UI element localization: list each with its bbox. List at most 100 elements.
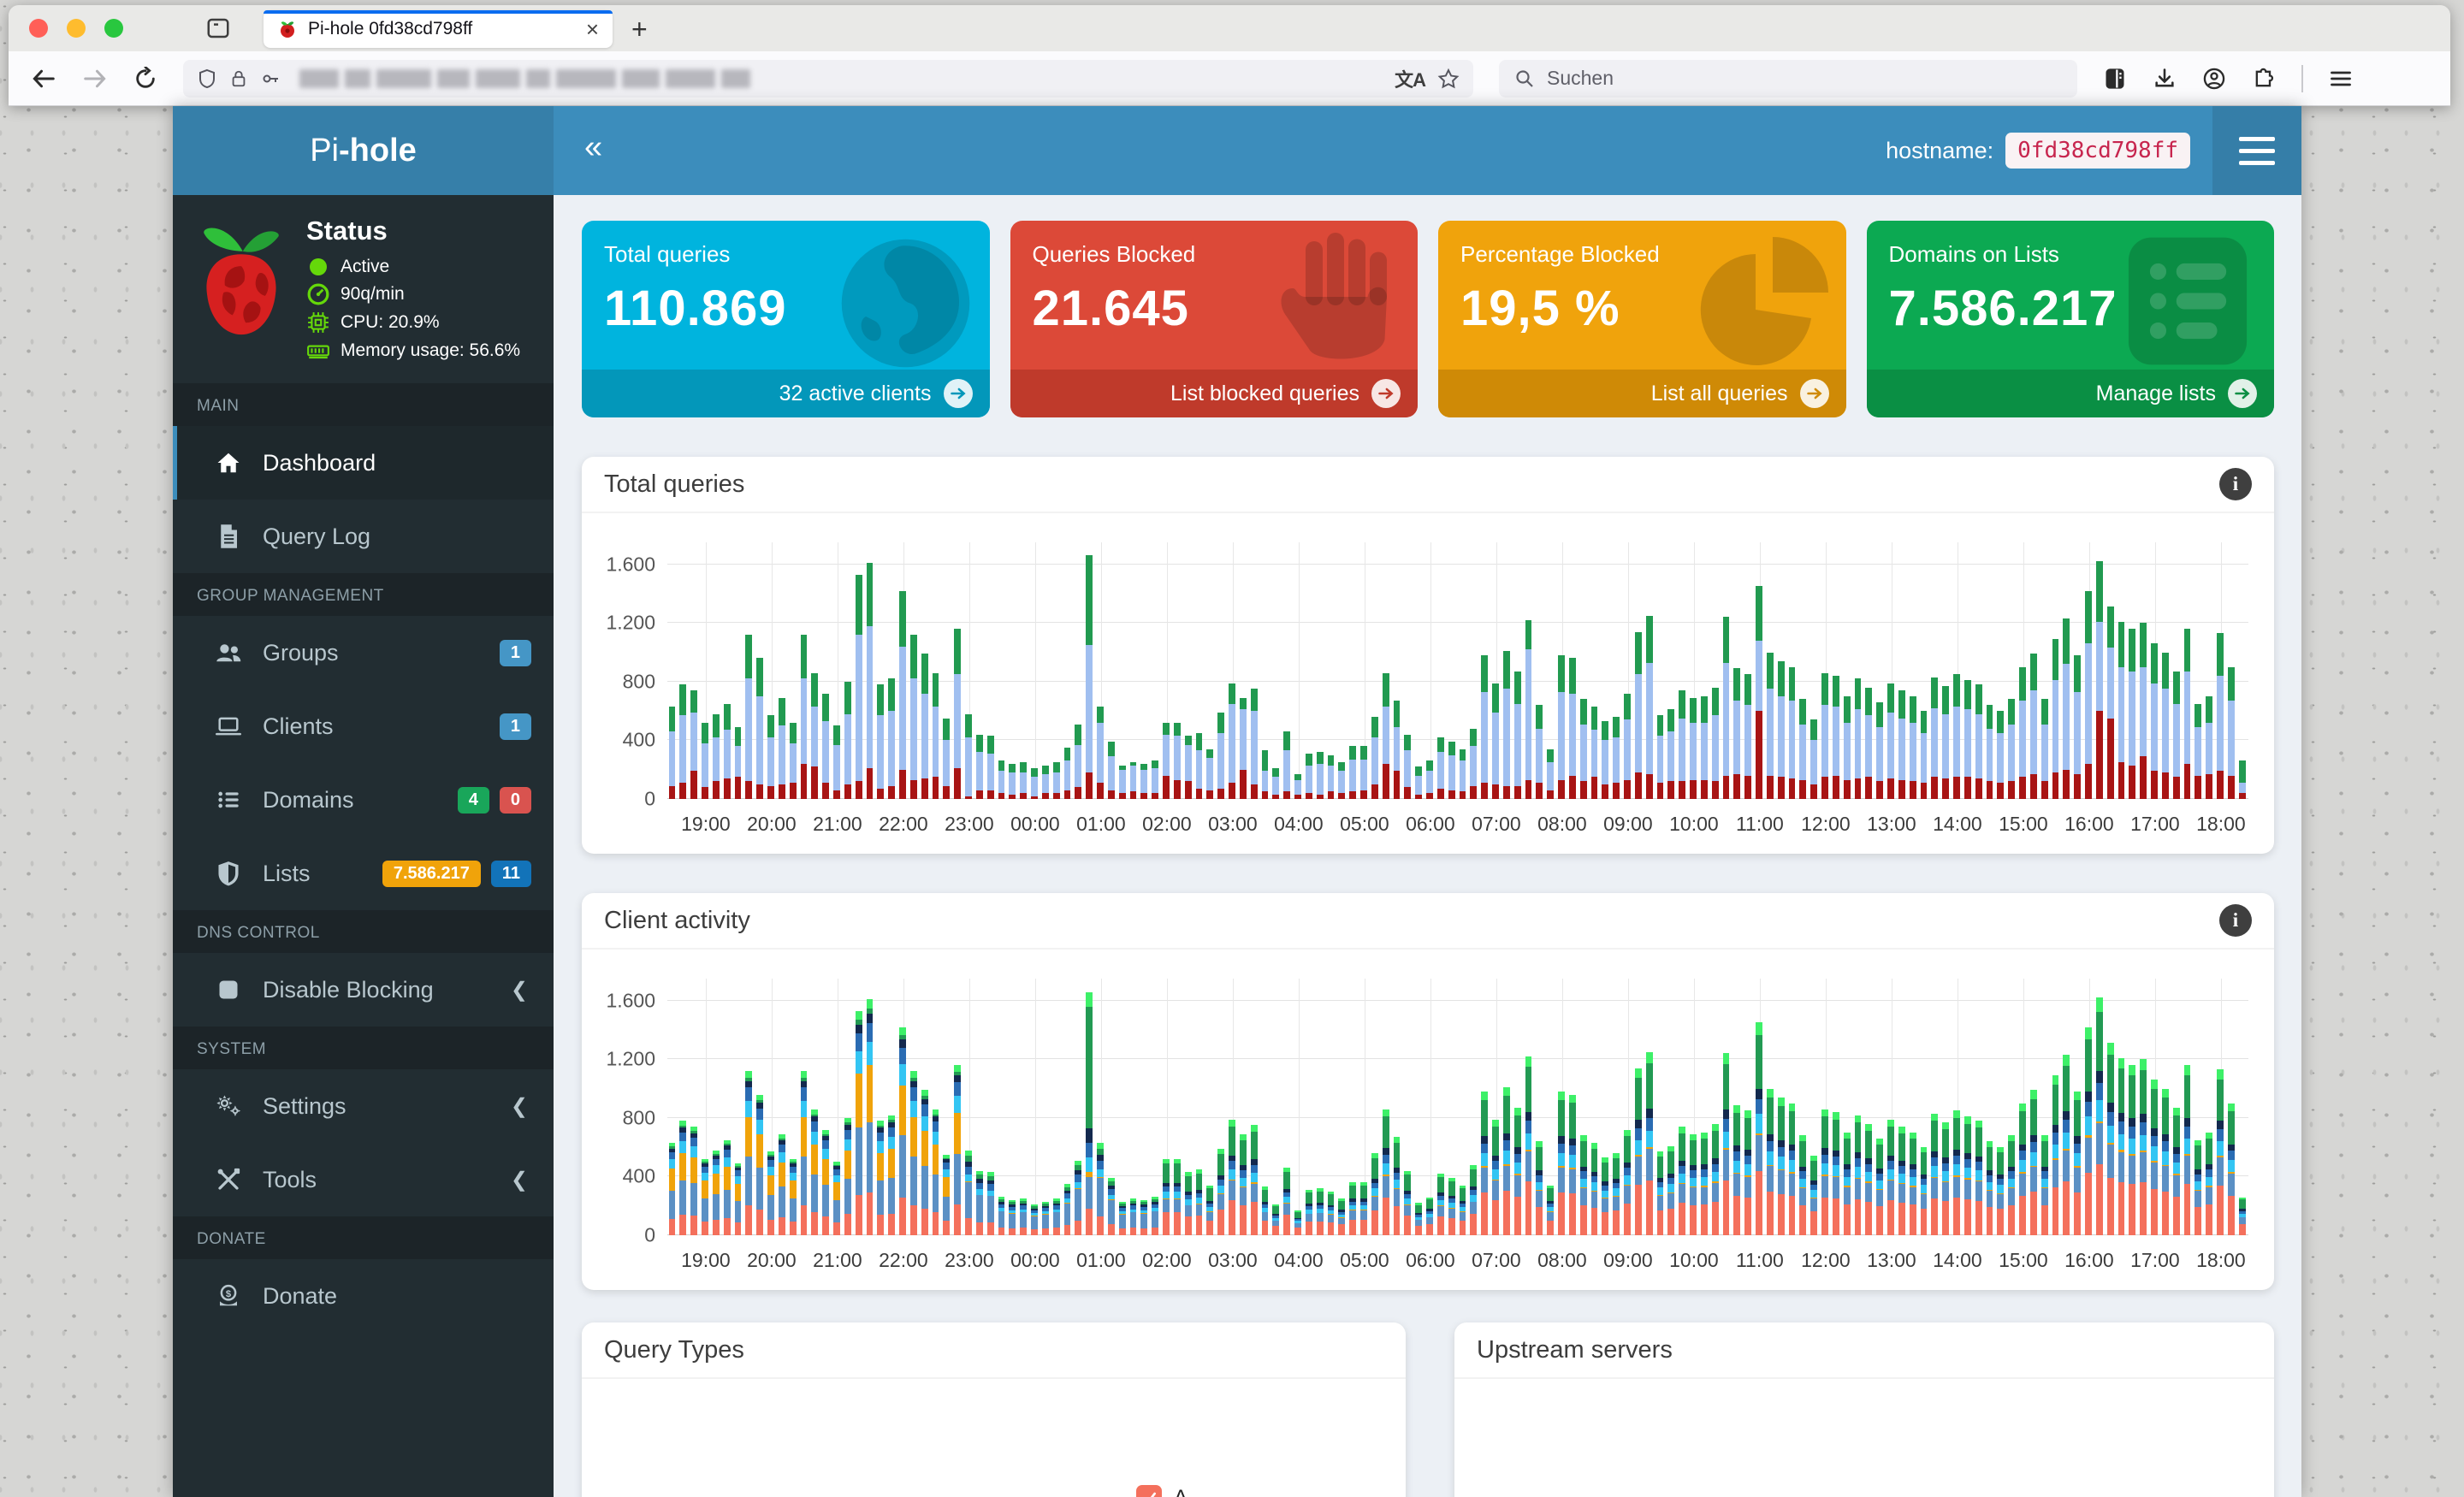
chart-bar: [822, 1129, 830, 1235]
new-tab-button[interactable]: +: [631, 14, 648, 45]
chart-bar: [2161, 652, 2169, 799]
chart-bar: [778, 1133, 785, 1235]
chart-bar: [1294, 1210, 1301, 1235]
chart-bar: [866, 563, 874, 799]
chart-bar: [1656, 715, 1664, 799]
donate-icon: $: [211, 1283, 246, 1309]
sidebar-item-clients[interactable]: Clients 1: [173, 689, 554, 763]
chart-bar: [1086, 555, 1093, 799]
card-footer-link[interactable]: List all queries: [1438, 370, 1846, 417]
chart-bar: [1909, 1133, 1916, 1235]
summary-cards: Total queries 110.869 32 active clients Que…: [582, 221, 2274, 417]
status-title: Status: [306, 216, 388, 246]
chart-bar: [1788, 666, 1796, 799]
sidebar-item-query-log[interactable]: Query Log: [173, 500, 554, 573]
chart-bar: [1459, 1185, 1466, 1235]
info-icon[interactable]: i: [2219, 904, 2252, 937]
chart-bar: [1513, 1107, 1521, 1235]
count-badge: 0: [499, 786, 531, 814]
chart-bar: [1371, 717, 1378, 799]
chart-bar: [1052, 1198, 1060, 1235]
chart-bar: [833, 1162, 840, 1235]
minimize-window-button[interactable]: [67, 19, 86, 38]
sidebar-item-disable-blocking[interactable]: Disable Blocking ❮: [173, 953, 554, 1027]
sidebar-item-lists[interactable]: Lists 7.586.217 11: [173, 837, 554, 910]
total-queries-panel: Total queries i 0 400 800 1.200 1.600 19:00 2…: [582, 457, 2274, 854]
forward-icon[interactable]: [82, 66, 108, 92]
back-icon[interactable]: [31, 66, 56, 92]
browser-tab[interactable]: Pi-hole 0fd38cd798ff ×: [264, 10, 613, 48]
chart-bar: [1163, 722, 1170, 799]
sidebar-item-tools[interactable]: Tools ❮: [173, 1143, 554, 1216]
chart-bar: [1887, 1119, 1894, 1235]
toolbar-separator: [2301, 64, 2303, 92]
key-icon[interactable]: [260, 68, 281, 89]
sidebar-collapse-button[interactable]: «: [584, 131, 602, 163]
status-panel: Status Active 90q/min CPU: 20.9% Memory usa…: [173, 195, 554, 383]
pihole-header: Pi -hole « hostname: 0fd38cd798ff: [173, 106, 2301, 195]
url-bar[interactable]: 文A: [183, 59, 1473, 98]
tracking-shield-icon[interactable]: [197, 68, 217, 89]
sidebar: Status Active 90q/min CPU: 20.9% Memory usa…: [173, 195, 554, 1497]
hostname-label: hostname:: [1886, 137, 1994, 163]
downloads-icon[interactable]: [2153, 67, 2177, 91]
sidebar-panel-icon[interactable]: [2103, 67, 2127, 91]
card-footer-link[interactable]: Manage lists: [1866, 370, 2274, 417]
chart-bar: [844, 1117, 851, 1235]
card-footer-link[interactable]: List blocked queries: [1010, 370, 1418, 417]
chart-bar: [899, 590, 906, 799]
chart-bar: [1097, 1143, 1104, 1235]
chart-bar: [1865, 1123, 1873, 1235]
chart-bar: [1470, 728, 1478, 799]
chart-bar: [1118, 765, 1126, 799]
chart-bar: [1854, 678, 1862, 799]
chart-bar: [1020, 762, 1028, 799]
navbar-menu-button[interactable]: [2212, 106, 2301, 195]
sidebar-item-donate[interactable]: $ Donate: [173, 1259, 554, 1333]
pihole-logo[interactable]: Pi -hole: [173, 106, 554, 195]
extensions-icon[interactable]: [2252, 67, 2276, 91]
chart-bar: [1547, 748, 1555, 799]
chart-bar: [1525, 619, 1532, 799]
close-window-button[interactable]: [29, 19, 48, 38]
chart-bar: [1602, 1157, 1609, 1235]
tab-sidebar-icon[interactable]: [205, 15, 231, 41]
arrow-circle-icon: [2228, 379, 2257, 408]
x-axis-tick: 18:00: [2196, 813, 2246, 835]
chart-bar: [2161, 1088, 2169, 1235]
reload-icon[interactable]: [133, 66, 157, 91]
panel-title: Client activity: [604, 906, 750, 934]
upstream-servers-panel: Upstream servers: [1454, 1322, 2274, 1497]
client-activity-chart[interactable]: 0 400 800 1.200 1.600 19:00 20:00 21:00 22:00 23…: [582, 950, 2274, 1290]
card-footer-label: List all queries: [1650, 381, 1788, 405]
chart-bar: [1920, 711, 1928, 799]
sidebar-item-groups[interactable]: Groups 1: [173, 616, 554, 689]
legend-checkbox[interactable]: [1136, 1485, 1162, 1497]
chevron-left-icon: ❮: [510, 1168, 528, 1192]
total-queries-chart[interactable]: 0 400 800 1.200 1.600 19:00 20:00 21:00 22:00 23…: [582, 513, 2274, 854]
chart-bar: [1679, 1127, 1686, 1235]
chart-bar: [1711, 687, 1719, 799]
chart-bar: [1997, 1147, 2005, 1235]
translate-icon[interactable]: 文A: [1395, 65, 1426, 92]
chart-bar: [986, 1172, 994, 1235]
y-axis-tick: 1.600: [606, 989, 655, 1012]
sidebar-item-settings[interactable]: Settings ❮: [173, 1069, 554, 1143]
chart-bar: [723, 1139, 731, 1235]
account-icon[interactable]: [2202, 67, 2226, 91]
sidebar-item-domains[interactable]: Domains 4 0: [173, 763, 554, 837]
lock-icon[interactable]: [229, 68, 248, 89]
bookmark-star-icon[interactable]: [1437, 68, 1460, 90]
info-icon[interactable]: i: [2219, 468, 2252, 500]
maximize-window-button[interactable]: [104, 19, 123, 38]
legend-item[interactable]: A: [1136, 1485, 1188, 1497]
menu-icon[interactable]: [2329, 67, 2353, 91]
card-footer-link[interactable]: 32 active clients: [582, 370, 990, 417]
search-input[interactable]: Suchen: [1499, 59, 2077, 98]
chart-bar: [1810, 1156, 1818, 1235]
count-badge: 11: [490, 860, 531, 887]
sidebar-item-dashboard[interactable]: Dashboard: [173, 426, 554, 500]
tab-close-icon[interactable]: ×: [586, 18, 599, 40]
chart-bar: [1700, 1133, 1708, 1235]
card-title: Domains on Lists: [1888, 241, 2059, 267]
